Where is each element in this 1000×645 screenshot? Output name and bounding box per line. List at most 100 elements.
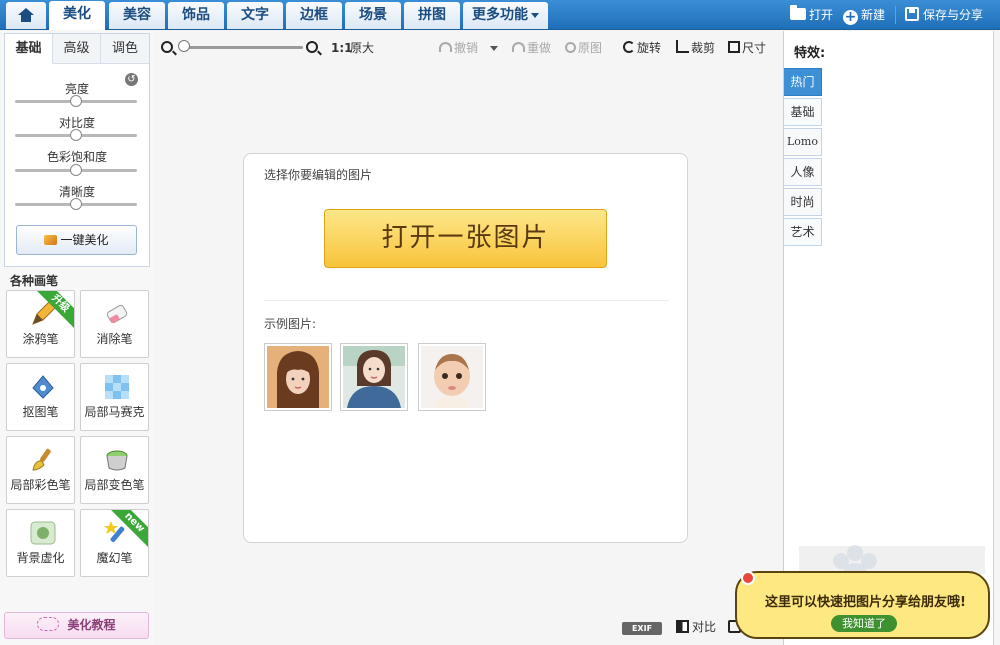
contrast-slider[interactable] xyxy=(15,129,137,141)
brush-mosaic[interactable]: 局部马赛克 xyxy=(80,363,149,431)
sharpness-slider[interactable] xyxy=(15,198,137,210)
rotate-button[interactable]: 旋转 xyxy=(623,39,661,57)
save-icon xyxy=(905,7,919,21)
open-image-button[interactable]: 打开一张图片 xyxy=(324,209,607,268)
tab-more-features[interactable]: 更多功能 xyxy=(463,2,548,29)
tab-cosmetic[interactable]: 美容 xyxy=(109,2,165,29)
tab-accessories[interactable]: 饰品 xyxy=(168,2,224,29)
tab-collage[interactable]: 拼图 xyxy=(404,2,460,29)
fx-tab-lomo[interactable]: Lomo xyxy=(784,128,822,156)
hand-icon xyxy=(37,617,60,631)
sample-photo-girl-denim xyxy=(343,346,405,408)
brush-magic[interactable]: new 魔幻笔 xyxy=(80,509,149,577)
tab-beautify[interactable]: 美化 xyxy=(49,1,105,30)
saturation-slider-thumb[interactable] xyxy=(70,164,82,176)
brightness-slider[interactable] xyxy=(15,95,137,107)
zoom-in-button[interactable] xyxy=(306,39,318,57)
sharpness-slider-thumb[interactable] xyxy=(70,198,82,210)
original-image-icon xyxy=(565,42,576,53)
left-panel: 基础 高级 调色 ↺ 亮度 对比度 色彩饱和度 清晰度 一键美化 各种画笔 升级… xyxy=(0,31,155,645)
tab-text[interactable]: 文字 xyxy=(227,2,283,29)
fx-tab-hot[interactable]: 热门 xyxy=(784,68,822,96)
tab-color-grading[interactable]: 调色 xyxy=(101,34,149,64)
undo-label: 撤销 xyxy=(454,41,479,55)
blur-icon xyxy=(30,521,56,545)
tab-scene[interactable]: 场景 xyxy=(345,2,401,29)
zoom-slider[interactable] xyxy=(183,46,303,49)
one-click-label: 一键美化 xyxy=(60,233,109,247)
saturation-slider[interactable] xyxy=(15,164,137,176)
save-share-button[interactable]: 保存与分享 xyxy=(905,4,983,26)
tutorial-label: 美化教程 xyxy=(67,618,116,632)
share-tooltip-text: 这里可以快速把图片分享给朋友哦! xyxy=(765,595,966,610)
share-tooltip: 这里可以快速把图片分享给朋友哦! 我知道了 xyxy=(735,571,990,639)
chevron-down-icon xyxy=(531,12,539,18)
brush-cutout[interactable]: 抠图笔 xyxy=(6,363,75,431)
brush-local-recolor[interactable]: 局部变色笔 xyxy=(80,436,149,504)
sample-image-1[interactable] xyxy=(264,343,332,411)
brightness-slider-thumb[interactable] xyxy=(70,95,82,107)
resize-button[interactable]: 尺寸 xyxy=(728,39,766,57)
sample-image-3[interactable] xyxy=(418,343,486,411)
fx-tab-fashion[interactable]: 时尚 xyxy=(784,188,822,216)
scissors-icon xyxy=(676,40,689,53)
redo-button[interactable]: 重做 xyxy=(512,39,551,57)
new-label: 新建 xyxy=(861,8,886,22)
tab-basic[interactable]: 基础 xyxy=(5,34,53,64)
eraser-icon xyxy=(106,304,128,324)
brush-label: 魔幻笔 xyxy=(96,551,133,565)
brush-background-blur[interactable]: 背景虚化 xyxy=(6,509,75,577)
exif-button[interactable]: EXIF xyxy=(622,622,662,635)
undo-history-dropdown[interactable] xyxy=(490,39,498,57)
brush-label: 消除笔 xyxy=(96,332,133,346)
brush-local-color[interactable]: 局部彩色笔 xyxy=(6,436,75,504)
nav-divider xyxy=(895,6,896,24)
undo-button[interactable]: 撤销 xyxy=(439,39,478,57)
brush-label: 抠图笔 xyxy=(22,405,59,419)
tab-frame[interactable]: 边框 xyxy=(286,2,342,29)
fx-tab-basic[interactable]: 基础 xyxy=(784,98,822,126)
redo-icon xyxy=(512,42,525,52)
top-nav-bar: 美化 美容 饰品 文字 边框 场景 拼图 更多功能 打开 + 新建 保存与分享 xyxy=(0,0,1000,30)
zoom-out-button[interactable] xyxy=(161,39,173,57)
resize-icon xyxy=(728,41,740,53)
adjustment-panel: 基础 高级 调色 ↺ 亮度 对比度 色彩饱和度 清晰度 一键美化 xyxy=(4,33,150,267)
pen-tool-icon xyxy=(32,375,54,399)
open-button[interactable]: 打开 xyxy=(790,4,833,26)
undo-icon xyxy=(439,42,452,52)
zoom-in-icon xyxy=(306,41,318,53)
beautify-tutorial-button[interactable]: 美化教程 xyxy=(4,612,149,639)
one-click-beautify-button[interactable]: 一键美化 xyxy=(16,225,137,255)
zoom-slider-thumb[interactable] xyxy=(178,40,190,52)
home-tab[interactable] xyxy=(6,2,46,29)
home-icon xyxy=(18,8,34,22)
rotate-icon xyxy=(623,41,635,53)
crop-button[interactable]: 裁剪 xyxy=(676,39,715,57)
brush-section-title: 各种画笔 xyxy=(10,274,59,288)
chevron-down-icon xyxy=(490,46,498,51)
contrast-slider-thumb[interactable] xyxy=(70,129,82,141)
magic-wand-icon xyxy=(44,235,58,245)
paint-bucket-icon xyxy=(106,450,128,471)
fx-tab-art[interactable]: 艺术 xyxy=(784,218,822,246)
paint-brush-icon xyxy=(32,448,51,471)
size-label: 尺寸 xyxy=(742,41,767,55)
crop-label: 裁剪 xyxy=(691,41,716,55)
sample-image-2[interactable] xyxy=(340,343,408,411)
tab-advanced[interactable]: 高级 xyxy=(53,34,101,64)
brush-label: 涂鸦笔 xyxy=(22,332,59,346)
brush-label: 局部变色笔 xyxy=(84,478,145,492)
brush-graffiti[interactable]: 升级 涂鸦笔 xyxy=(6,290,75,358)
got-it-button[interactable]: 我知道了 xyxy=(831,615,897,632)
more-features-label: 更多功能 xyxy=(472,7,528,23)
new-button[interactable]: + 新建 xyxy=(843,4,885,26)
compare-button[interactable]: 对比 xyxy=(676,618,716,636)
original-size-button[interactable]: 原大 xyxy=(350,39,374,57)
select-image-prompt: 选择你要编辑的图片 xyxy=(264,168,373,182)
divider xyxy=(264,300,669,301)
open-image-card: 选择你要编辑的图片 打开一张图片 示例图片: xyxy=(243,153,688,543)
original-image-button[interactable]: 原图 xyxy=(565,39,602,57)
effects-title: 特效: xyxy=(794,46,826,61)
brush-eraser[interactable]: 消除笔 xyxy=(80,290,149,358)
fx-tab-portrait[interactable]: 人像 xyxy=(784,158,822,186)
